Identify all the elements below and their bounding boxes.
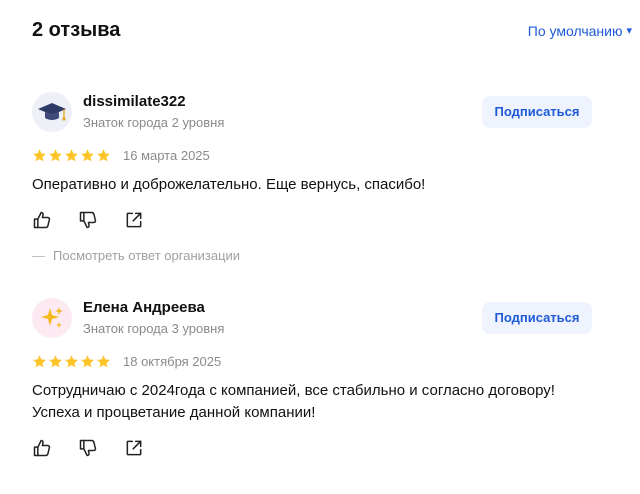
- dislike-icon[interactable]: [78, 438, 98, 458]
- dislike-icon[interactable]: [78, 210, 98, 230]
- star-icon: [97, 149, 110, 162]
- share-icon[interactable]: [124, 438, 144, 458]
- review-date: 18 октября 2025: [123, 354, 222, 369]
- like-icon[interactable]: [32, 438, 52, 458]
- graduation-cap-icon: [38, 103, 66, 121]
- star-icon: [49, 149, 62, 162]
- star-icon: [65, 149, 78, 162]
- author-level: Знаток города 2 уровня: [83, 115, 225, 130]
- view-org-answer-link[interactable]: — Посмотреть ответ организации: [32, 248, 240, 264]
- author-name[interactable]: Елена Андреева: [83, 299, 205, 317]
- sparkles-icon: [41, 307, 63, 328]
- subscribe-button[interactable]: Подписаться: [482, 96, 592, 128]
- star-icon: [81, 355, 94, 368]
- star-icon: [33, 149, 46, 162]
- author-level: Знаток города 3 уровня: [83, 321, 225, 336]
- sort-label: По умолчанию: [527, 23, 623, 39]
- avatar[interactable]: [32, 298, 72, 338]
- star-icon: [49, 355, 62, 368]
- reviews-count-title: 2 отзыва: [32, 19, 121, 41]
- org-answer-label: Посмотреть ответ организации: [53, 248, 241, 263]
- sort-dropdown[interactable]: По умолчанию ▾: [528, 22, 632, 40]
- review-text: Оперативно и доброжелательно. Еще вернус…: [32, 176, 426, 193]
- like-icon[interactable]: [32, 210, 52, 230]
- star-icon: [33, 355, 46, 368]
- dash-icon: —: [32, 248, 45, 263]
- avatar[interactable]: [32, 92, 72, 132]
- author-name[interactable]: dissimilate322: [83, 93, 186, 111]
- star-icon: [81, 149, 94, 162]
- review-actions: [32, 438, 144, 458]
- rating-stars: [32, 354, 111, 369]
- review-text: Сотрудничаю с 2024года с компанией, все …: [32, 382, 555, 421]
- share-icon[interactable]: [124, 210, 144, 230]
- reviews-header: 2 отзыва По умолчанию ▾: [32, 18, 632, 46]
- subscribe-button[interactable]: Подписаться: [482, 302, 592, 334]
- star-icon: [65, 355, 78, 368]
- review-date: 16 марта 2025: [123, 148, 210, 163]
- chevron-down-icon: ▾: [626, 25, 632, 37]
- rating-stars: [32, 148, 111, 163]
- review-actions: [32, 210, 144, 230]
- star-icon: [97, 355, 110, 368]
